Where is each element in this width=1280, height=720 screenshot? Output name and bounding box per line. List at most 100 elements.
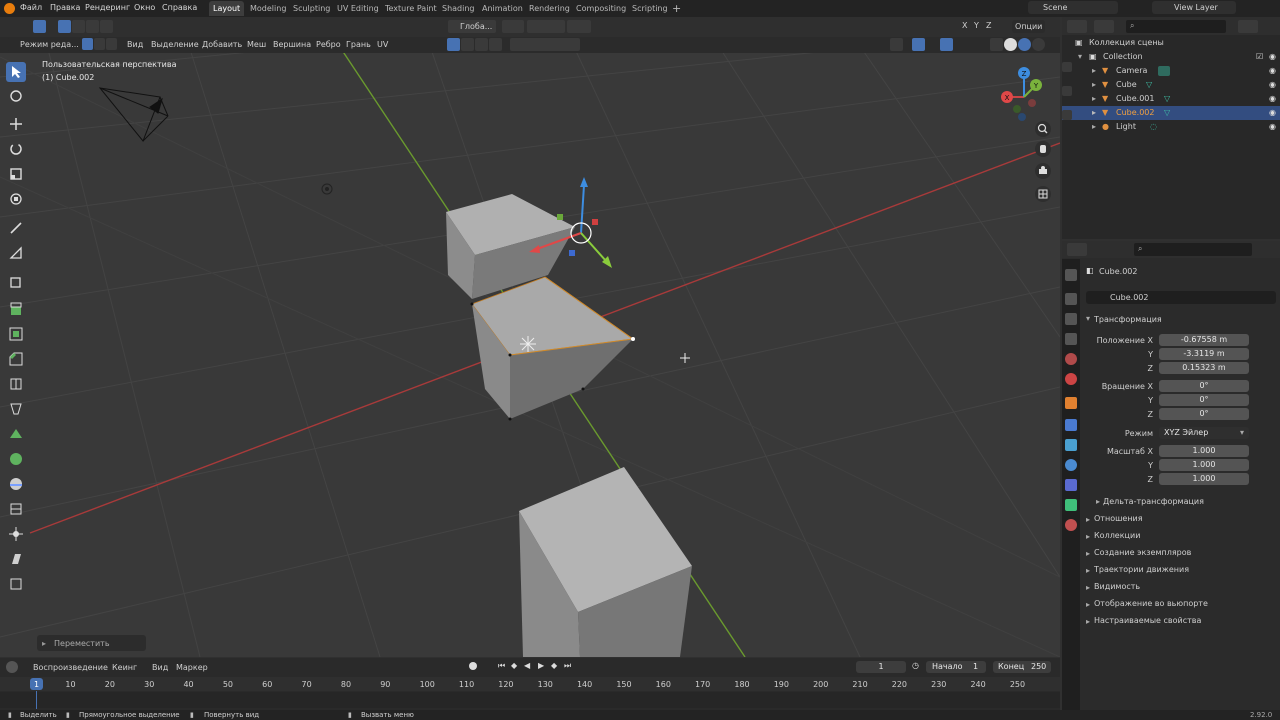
menu-file[interactable]: Файл bbox=[20, 3, 42, 12]
motion-paths-section[interactable]: Траектории движения bbox=[1094, 565, 1189, 574]
data-tab-icon[interactable] bbox=[1065, 499, 1077, 511]
scale-y-field[interactable]: 1.000 bbox=[1159, 459, 1249, 471]
view-layer-tab-icon[interactable] bbox=[1065, 333, 1077, 345]
material-tab-icon[interactable] bbox=[1065, 519, 1077, 531]
eye-icon[interactable]: ◉ bbox=[1269, 50, 1276, 64]
visibility-icon[interactable] bbox=[890, 38, 903, 51]
eye-icon[interactable]: ◉ bbox=[1269, 120, 1276, 134]
loop-cut-tool-icon[interactable] bbox=[6, 374, 26, 394]
ortho-grid-icon[interactable] bbox=[1035, 186, 1051, 202]
rotation-y-field[interactable]: 0° bbox=[1159, 394, 1249, 406]
snap-icon[interactable] bbox=[527, 20, 565, 33]
outliner-row-collection[interactable]: ▾ ▣ Collection ☑ ◉ bbox=[1062, 50, 1280, 64]
shading-lookdev-icon[interactable] bbox=[1032, 38, 1045, 51]
outliner-search-input[interactable]: ⌕ bbox=[1126, 20, 1226, 33]
restrict-toggle-icon[interactable] bbox=[1062, 62, 1072, 72]
menu-view[interactable]: Вид bbox=[127, 40, 143, 49]
selection-invert-icon[interactable] bbox=[100, 20, 113, 33]
instancing-section[interactable]: Создание экземпляров bbox=[1094, 548, 1191, 557]
properties-search-input[interactable]: ⌕ bbox=[1134, 243, 1252, 256]
3d-viewport[interactable]: X Y Z Пользовательская перспектива (1) C… bbox=[0, 17, 1060, 657]
tab-layout[interactable]: Layout bbox=[209, 1, 245, 16]
world-tab-icon[interactable] bbox=[1065, 373, 1077, 385]
knife-tool-icon[interactable] bbox=[6, 399, 26, 419]
display-mode-icon[interactable] bbox=[1094, 20, 1114, 33]
transform-orientation-selector[interactable]: Глоба... bbox=[448, 20, 496, 33]
eye-icon[interactable]: ◉ bbox=[1269, 106, 1276, 120]
tab-animation[interactable]: Animation bbox=[478, 1, 527, 16]
proportional-edit-icon[interactable] bbox=[567, 20, 591, 33]
edge-select-icon[interactable] bbox=[94, 38, 105, 50]
eye-icon[interactable]: ◉ bbox=[1269, 92, 1276, 106]
location-x-field[interactable]: -0.67558 m bbox=[1159, 334, 1249, 346]
location-y-field[interactable]: -3.3119 m bbox=[1159, 348, 1249, 360]
mirror-y-toggle[interactable]: Y bbox=[974, 21, 979, 30]
timeline-track[interactable] bbox=[0, 692, 1060, 708]
shading-solid-icon[interactable] bbox=[461, 38, 474, 51]
add-cube-tool-icon[interactable] bbox=[6, 272, 26, 292]
outliner-row-cube-002[interactable]: ▸ ▼ Cube.002 ▽ ◉ bbox=[1062, 106, 1280, 120]
constraints-tab-icon[interactable] bbox=[1065, 479, 1077, 491]
checkbox-icon[interactable]: ☑ bbox=[1256, 50, 1263, 64]
tab-rendering[interactable]: Rendering bbox=[525, 1, 574, 16]
scene-tab-icon[interactable] bbox=[1065, 353, 1077, 365]
extrude-tool-icon[interactable] bbox=[6, 299, 26, 319]
menu-uv[interactable]: UV bbox=[377, 40, 388, 49]
restrict-toggle-icon[interactable] bbox=[1062, 86, 1072, 96]
tab-sculpting[interactable]: Sculpting bbox=[289, 1, 334, 16]
edge-slide-tool-icon[interactable] bbox=[6, 499, 26, 519]
vertex-select-icon[interactable] bbox=[82, 38, 93, 50]
menu-edit[interactable]: Правка bbox=[50, 3, 80, 12]
visibility-section[interactable]: Видимость bbox=[1094, 582, 1140, 591]
cube-object[interactable] bbox=[446, 194, 575, 299]
zoom-view-icon[interactable] bbox=[1035, 121, 1051, 137]
cursor-tool-icon[interactable] bbox=[6, 86, 26, 106]
custom-properties-section[interactable]: Настраиваемые свойства bbox=[1094, 616, 1201, 625]
move-tool-icon[interactable] bbox=[6, 114, 26, 134]
mirror-z-toggle[interactable]: Z bbox=[986, 21, 991, 30]
last-operator-panel[interactable]: ▸ Переместить bbox=[37, 635, 146, 651]
object-tab-icon[interactable] bbox=[1065, 397, 1077, 409]
output-tab-icon[interactable] bbox=[1065, 313, 1077, 325]
cube-001-object[interactable] bbox=[519, 467, 692, 657]
shading-wire-icon[interactable] bbox=[1004, 38, 1017, 51]
shrink-fatten-tool-icon[interactable] bbox=[6, 524, 26, 544]
restrict-toggle-icon[interactable] bbox=[1062, 110, 1072, 120]
shading-material-icon[interactable] bbox=[475, 38, 488, 51]
outliner-row-cube[interactable]: ▸ ▼ Cube ▽ ◉ bbox=[1062, 78, 1280, 92]
bevel-tool-icon[interactable] bbox=[6, 349, 26, 369]
tab-compositing[interactable]: Compositing bbox=[572, 1, 630, 16]
camera-object[interactable] bbox=[98, 87, 169, 142]
rip-tool-icon[interactable] bbox=[6, 574, 26, 594]
scale-x-field[interactable]: 1.000 bbox=[1159, 445, 1249, 457]
selection-new-icon[interactable] bbox=[58, 20, 71, 33]
pivot-point-icon[interactable] bbox=[502, 20, 524, 33]
tool-tab-icon[interactable] bbox=[1065, 269, 1077, 281]
menu-render[interactable]: Рендеринг bbox=[85, 3, 130, 12]
menu-face[interactable]: Грань bbox=[346, 40, 371, 49]
scale-tool-icon[interactable] bbox=[6, 164, 26, 184]
outliner-row-camera[interactable]: ▸ ▼ Camera ◉ bbox=[1062, 64, 1280, 78]
tab-texture-paint[interactable]: Texture Paint bbox=[381, 1, 441, 16]
poly-build-tool-icon[interactable] bbox=[6, 424, 26, 444]
collections-section[interactable]: Коллекции bbox=[1094, 531, 1140, 540]
eye-icon[interactable]: ◉ bbox=[1269, 78, 1276, 92]
menu-vertex[interactable]: Вершина bbox=[273, 40, 311, 49]
transform-tool-icon[interactable] bbox=[6, 189, 26, 209]
rotation-mode-dropdown[interactable]: XYZ Эйлер ▾ bbox=[1159, 427, 1249, 439]
select-box-mode-icon[interactable] bbox=[33, 20, 46, 33]
selection-subtract-icon[interactable] bbox=[86, 20, 99, 33]
inset-tool-icon[interactable] bbox=[6, 324, 26, 344]
delta-transform-section[interactable]: Дельта-трансформация bbox=[1103, 497, 1204, 506]
smooth-tool-icon[interactable] bbox=[6, 474, 26, 494]
menu-add[interactable]: Добавить bbox=[202, 40, 242, 49]
shading-solid-mode-icon[interactable] bbox=[1018, 38, 1031, 51]
gizmo-toggle-icon[interactable] bbox=[912, 38, 925, 51]
tab-scripting[interactable]: Scripting bbox=[628, 1, 672, 16]
modifier-tab-icon[interactable] bbox=[1065, 419, 1077, 431]
location-z-field[interactable]: 0.15323 m bbox=[1159, 362, 1249, 374]
menu-window[interactable]: Окно bbox=[134, 3, 155, 12]
options-dropdown[interactable]: Опции bbox=[1012, 20, 1046, 33]
view-layer-selector[interactable]: View Layer bbox=[1152, 1, 1236, 14]
eye-icon[interactable]: ◉ bbox=[1269, 64, 1276, 78]
